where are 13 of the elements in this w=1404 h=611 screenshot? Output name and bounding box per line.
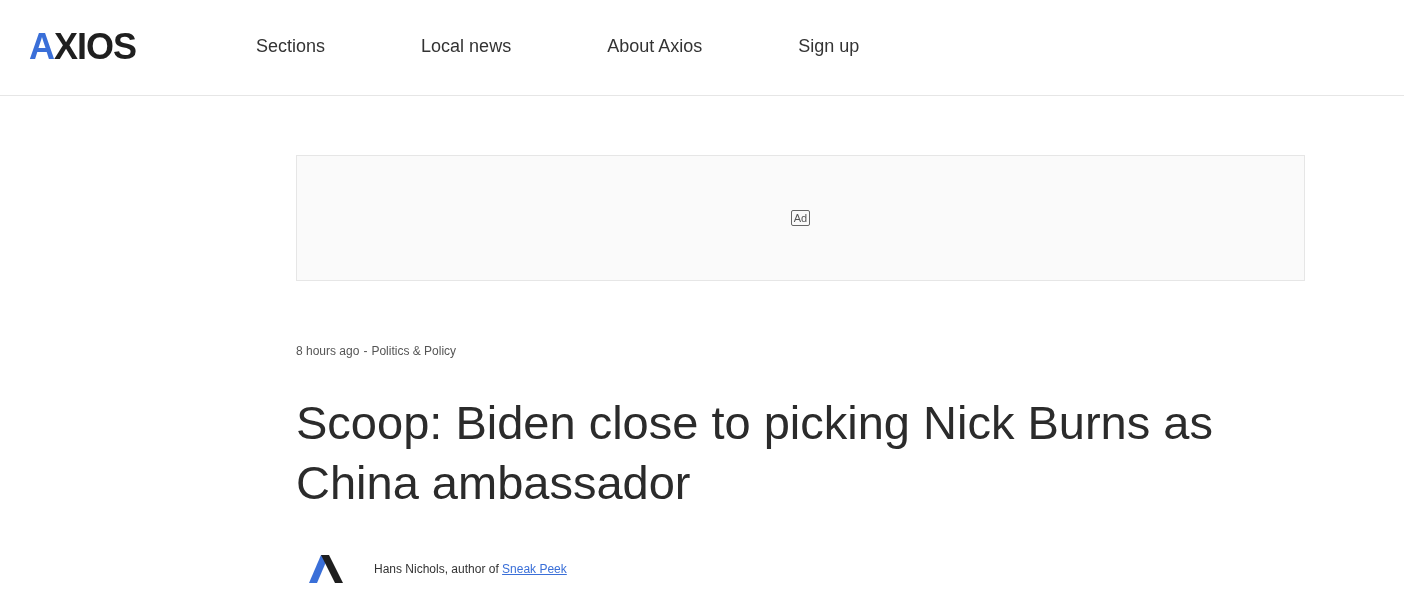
separator: - — [363, 343, 368, 360]
axios-logo[interactable]: AXIOS — [29, 28, 137, 65]
timestamp: 8 hours ago — [296, 343, 360, 360]
ad-label: Ad — [790, 210, 811, 226]
nav-link[interactable]: About Axios — [607, 33, 703, 60]
section-link[interactable]: Politics & Policy — [371, 342, 457, 360]
nav-link[interactable]: Sign up — [798, 33, 860, 60]
nav-link[interactable]: Sections — [256, 33, 326, 60]
newsletter-link[interactable]: Sneak Peek — [502, 562, 567, 576]
author-avatar-icon — [309, 555, 343, 583]
byline: Hans Nichols, author of Sneak Peek — [374, 561, 567, 578]
article-title: Scoop: Biden close to picking Nick Burns as China ambassador — [296, 395, 1214, 511]
nav-link[interactable]: Local news — [421, 33, 512, 60]
